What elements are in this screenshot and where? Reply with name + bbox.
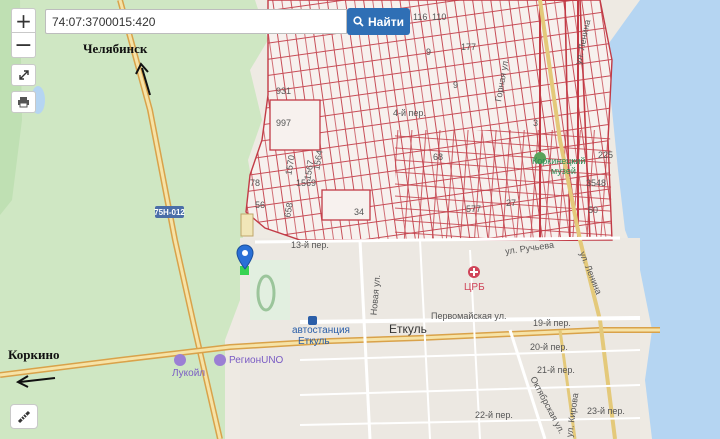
- fullscreen-button[interactable]: [11, 64, 36, 86]
- bus-station-icon: [308, 316, 317, 325]
- search-button-label: Найти: [368, 14, 404, 29]
- label-bus-station: автостанция: [292, 325, 350, 336]
- label-per20: 20-й пер.: [530, 342, 568, 352]
- label-per23: 23-й пер.: [587, 406, 625, 416]
- label-per22: 22-й пер.: [475, 410, 513, 420]
- parcel-number: 110: [432, 12, 447, 22]
- fuel-icon: [174, 354, 186, 366]
- fuel-icon: [214, 354, 226, 366]
- label-museum-2: музей: [551, 166, 576, 176]
- label-etkul: Еткуль: [389, 322, 427, 336]
- label-hospital: ЦРБ: [464, 282, 485, 293]
- search-icon: [353, 16, 364, 27]
- parcel-number: 3: [533, 118, 539, 128]
- label-per4: 4-й пер.: [393, 108, 426, 118]
- parcel-number: 27: [506, 198, 517, 208]
- parcel-number: 225: [598, 150, 614, 160]
- parcel-number: 50: [588, 205, 599, 215]
- parcel-number: 3548: [586, 178, 607, 188]
- stadium: [250, 260, 290, 320]
- zoom-in-button[interactable]: +: [11, 8, 36, 33]
- parcel-number: 577: [466, 204, 482, 214]
- parcel-number: 34: [354, 207, 365, 217]
- location-pin-icon[interactable]: [236, 244, 254, 275]
- label-chelyabinsk: Челябинск: [83, 41, 148, 56]
- label-korkino: Коркино: [8, 347, 60, 362]
- print-button[interactable]: [11, 91, 36, 113]
- ruler-button[interactable]: [10, 404, 38, 429]
- label-per19: 19-й пер.: [533, 318, 571, 328]
- label-regionuno: РегионUNO: [229, 355, 284, 366]
- zoom-out-button[interactable]: −: [11, 33, 36, 58]
- parcel-number: 177: [461, 42, 477, 52]
- label-per13: 13-й пер.: [291, 240, 329, 250]
- label-per21: 21-й пер.: [537, 365, 575, 375]
- parcel-number: 78: [250, 178, 261, 188]
- label-museum: Коркинецкий: [532, 156, 586, 166]
- printer-icon: [18, 97, 29, 108]
- parcel-number: 931: [276, 86, 292, 96]
- road-shield: 75Н-012: [154, 206, 185, 218]
- label-bus-station-2: Еткуль: [298, 336, 330, 347]
- parcel-number: 68: [433, 152, 444, 162]
- parcel-number: 116: [413, 12, 428, 22]
- parcel-number: 9: [426, 47, 432, 57]
- search-input[interactable]: [45, 9, 347, 34]
- parcel-number: 997: [276, 118, 292, 128]
- ruler-icon: [17, 410, 31, 423]
- parcel-number: 9: [453, 80, 459, 90]
- expand-icon: [18, 70, 29, 80]
- cadastral-map[interactable]: [0, 0, 720, 439]
- search-button[interactable]: Найти: [347, 8, 410, 35]
- label-lukoil: Лукойл: [172, 368, 206, 379]
- parcel-number: 56: [255, 200, 266, 210]
- label-street-pervomaiskaya: Первомайская ул.: [431, 311, 507, 321]
